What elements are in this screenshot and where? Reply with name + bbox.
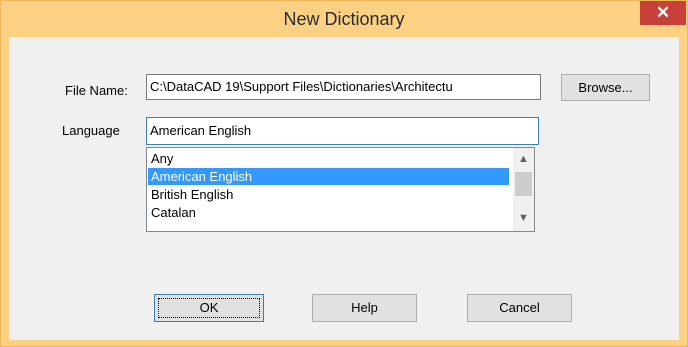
language-input[interactable]: American English: [146, 117, 539, 145]
window-title: New Dictionary: [283, 9, 405, 29]
file-name-label: File Name:: [65, 83, 128, 98]
browse-button[interactable]: Browse...: [561, 74, 650, 101]
language-option[interactable]: Any: [148, 150, 509, 167]
file-name-field[interactable]: C:\DataCAD 19\Support Files\Dictionaries…: [146, 74, 541, 100]
language-listbox[interactable]: Any American English British English Catala…: [146, 147, 535, 232]
close-icon: ✕: [655, 3, 671, 22]
language-option[interactable]: British English: [148, 186, 509, 203]
title-bar[interactable]: New Dictionary ✕: [1, 1, 687, 37]
ok-button[interactable]: OK: [154, 294, 264, 322]
dialog-body: File Name: C:\DataCAD 19\Support Files\D…: [9, 37, 679, 340]
language-label: Language: [62, 123, 120, 138]
help-button[interactable]: Help: [312, 294, 417, 322]
close-button[interactable]: ✕: [640, 1, 686, 25]
dialog-window: New Dictionary ✕ File Name: C:\DataCAD 1…: [0, 0, 688, 347]
cancel-button[interactable]: Cancel: [467, 294, 572, 322]
scroll-thumb[interactable]: [515, 172, 532, 196]
listbox-scrollbar[interactable]: ▲ ▼: [513, 148, 534, 231]
focus-rect: [158, 298, 260, 318]
language-option[interactable]: Catalan: [148, 204, 509, 221]
up-arrow-icon[interactable]: ▲: [513, 151, 534, 168]
down-arrow-icon[interactable]: ▼: [513, 210, 534, 227]
language-option[interactable]: American English: [148, 168, 509, 185]
